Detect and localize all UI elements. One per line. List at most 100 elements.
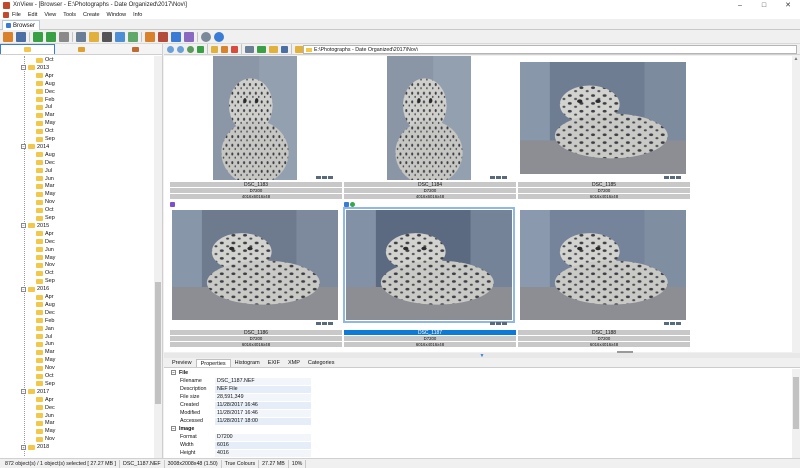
collapse-icon[interactable]: − [171, 370, 176, 375]
scroll-up-arrow[interactable]: ▲ [792, 56, 800, 62]
tree-expander-icon[interactable]: − [21, 223, 26, 229]
tree-node[interactable]: Jul [36, 333, 52, 341]
filter-dropdown-icon[interactable] [269, 45, 278, 53]
tree-node[interactable]: − 2015 [21, 222, 49, 230]
menu-info[interactable]: Info [133, 12, 142, 18]
menu-view[interactable]: View [44, 12, 56, 18]
thumbnail-image[interactable] [520, 62, 686, 174]
tree-node[interactable]: Oct [36, 372, 54, 380]
thumbnail-image[interactable] [213, 56, 297, 180]
thumbnail-options-icon[interactable] [221, 45, 228, 53]
tree-node[interactable]: Feb [36, 317, 54, 325]
tree-node[interactable]: Aug [36, 301, 55, 309]
tab-categories[interactable]: Categories [304, 359, 339, 367]
tree-node[interactable]: − 2017 [21, 388, 49, 396]
thumbnail-image[interactable] [343, 207, 515, 323]
tree-node[interactable]: Jan [36, 325, 54, 333]
property-section[interactable]: − Image [168, 425, 788, 433]
collapse-icon[interactable]: − [171, 426, 176, 431]
tree-expander-icon[interactable]: + [21, 444, 26, 450]
menu-edit[interactable]: Edit [28, 12, 37, 18]
tree-node[interactable]: Feb [36, 96, 54, 104]
tab-xmp[interactable]: XMP [284, 359, 304, 367]
delete-icon[interactable] [231, 45, 238, 53]
tree-node[interactable]: Aug [36, 151, 55, 159]
tree-node[interactable]: Oct [36, 269, 54, 277]
thumbnail-caption[interactable]: DSC_1184 D7200 4016x6016x48 [344, 182, 516, 201]
tree-node[interactable]: Apr [36, 293, 54, 301]
thumbnail-caption[interactable]: DSC_1186 D7200 6016x4016x48 [170, 330, 342, 349]
tree-node[interactable]: Dec [36, 404, 55, 412]
minimize-button[interactable]: – [728, 0, 752, 10]
tree-node[interactable]: May [36, 190, 55, 198]
tree-node[interactable]: − 2014 [21, 143, 49, 151]
tree-expander-icon[interactable]: − [21, 389, 26, 395]
tree-node[interactable]: Jun [36, 412, 54, 420]
close-button[interactable]: ✕ [776, 0, 800, 10]
tree-node[interactable]: Dec [36, 88, 55, 96]
tree-node[interactable]: − 2016 [21, 285, 49, 293]
forward-icon[interactable] [177, 45, 184, 53]
slideshow-icon[interactable] [128, 31, 138, 42]
address-field[interactable]: E:\Photographs - Date Organized\2017\Nov… [303, 45, 797, 54]
tree-node[interactable]: Oct [36, 206, 54, 214]
tree-node[interactable]: Mar [36, 111, 54, 119]
tree-node[interactable]: Mar [36, 348, 54, 356]
new-folder-icon[interactable] [211, 45, 218, 53]
view-mode-icon[interactable] [245, 45, 254, 53]
save-icon[interactable] [16, 31, 26, 42]
document-menu-icon[interactable] [3, 11, 9, 18]
tab-favorites[interactable] [55, 44, 108, 54]
tree-node[interactable]: Jul [36, 167, 52, 175]
refresh-icon[interactable] [33, 31, 43, 42]
print-icon[interactable] [102, 31, 112, 42]
thumbnail-image[interactable] [172, 210, 338, 320]
thumbnail-caption[interactable]: DSC_1187 D7200 6016x4016x48 [344, 330, 516, 349]
panel-splitter[interactable]: ▼ [164, 353, 800, 359]
open-icon[interactable] [3, 31, 13, 42]
edit-icon[interactable] [145, 31, 155, 42]
capture-icon[interactable] [184, 31, 194, 42]
menu-file[interactable]: File [12, 12, 21, 18]
scrollbar-thumb[interactable] [155, 282, 161, 404]
tree-node[interactable]: Sep [36, 135, 55, 143]
tree-node[interactable]: Mar [36, 419, 54, 427]
tab-properties[interactable]: Properties [195, 359, 231, 367]
tree-node[interactable]: May [36, 254, 55, 262]
folder-tree-scrollbar[interactable] [154, 56, 162, 458]
splitter-arrow-icon[interactable]: ▼ [480, 353, 485, 359]
tab-preview[interactable]: Preview [168, 359, 196, 367]
convert-icon[interactable] [158, 31, 168, 42]
move-folder-icon[interactable] [89, 31, 99, 42]
tab-exif[interactable]: EXIF [264, 359, 284, 367]
tree-node[interactable]: Nov [36, 261, 55, 269]
tree-node[interactable]: Oct [36, 56, 54, 64]
tree-node[interactable]: May [36, 119, 55, 127]
tree-node[interactable]: Apr [36, 230, 54, 238]
up-folder-icon[interactable] [187, 45, 194, 53]
tree-node[interactable]: Jul [36, 103, 52, 111]
tree-node[interactable]: Sep [36, 380, 55, 388]
tree-node[interactable]: Nov [36, 198, 55, 206]
filter-icon[interactable] [59, 31, 69, 42]
menu-tools[interactable]: Tools [63, 12, 76, 18]
sort-icon[interactable] [257, 45, 266, 53]
tab-histogram[interactable]: Histogram [231, 359, 264, 367]
scrollbar-thumb[interactable] [793, 377, 799, 429]
reload-icon[interactable] [197, 45, 204, 53]
tree-expander-icon[interactable]: − [21, 286, 26, 292]
properties-scrollbar[interactable] [792, 369, 800, 458]
tab-folders[interactable] [0, 44, 56, 54]
tree-node[interactable]: May [36, 356, 55, 364]
maximize-button[interactable]: □ [752, 0, 776, 10]
thumbnail-image[interactable] [387, 56, 471, 180]
tab-browser[interactable]: Browser [2, 20, 40, 30]
tab-categories[interactable] [109, 44, 162, 54]
scan-icon[interactable] [115, 31, 125, 42]
tree-node[interactable]: Sep [36, 214, 55, 222]
tree-node[interactable]: − 2013 [21, 64, 49, 72]
tree-node[interactable]: Nov [36, 364, 55, 372]
sync-icon[interactable] [46, 31, 56, 42]
layout-icon[interactable] [281, 45, 288, 53]
tree-node[interactable]: Sep [36, 277, 55, 285]
